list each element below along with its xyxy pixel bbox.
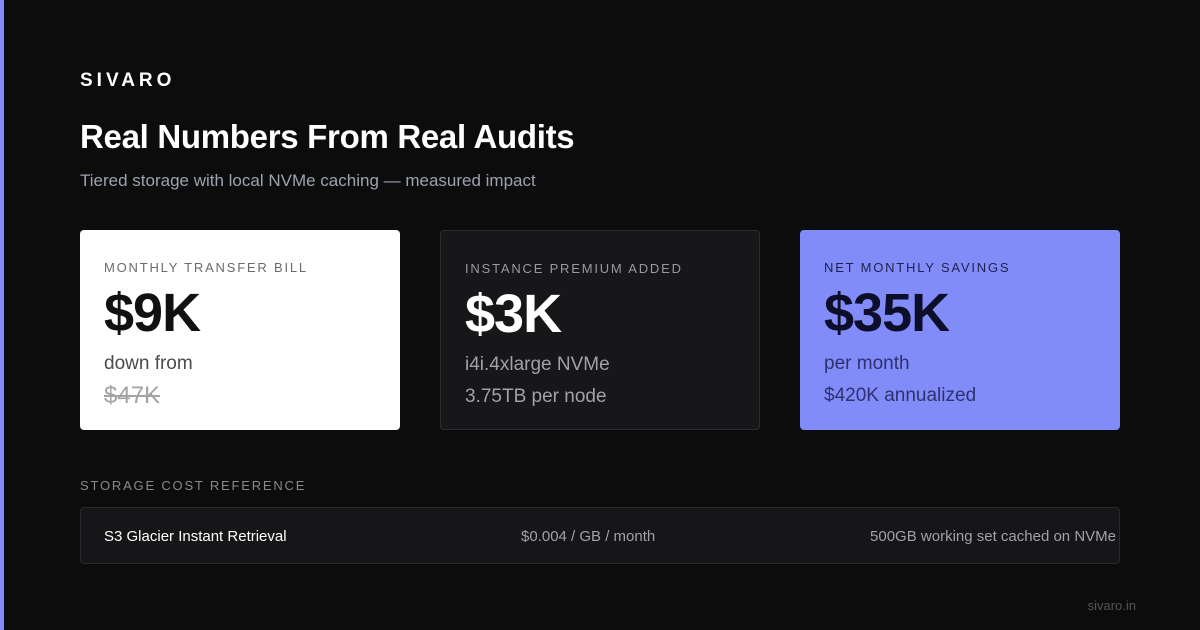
stat-card-net-savings: NET MONTHLY SAVINGS $35K per month $420K… [800,230,1120,430]
page-subtitle: Tiered storage with local NVMe caching —… [80,171,536,190]
reference-note: 500GB working set cached on NVMe [870,528,1116,545]
footer-url: sivaro.in [1087,598,1136,613]
reference-heading: STORAGE COST REFERENCE [80,478,307,493]
brand-logo: SIVARO [80,70,176,91]
stat-card-label: NET MONTHLY SAVINGS [824,260,1011,275]
accent-bar [0,0,4,630]
stat-card-detail: $420K annualized [824,385,977,406]
stat-card-detail: down from [104,353,193,374]
stat-card-instance-premium: INSTANCE PREMIUM ADDED $3K i4i.4xlarge N… [440,230,760,430]
stat-card-transfer-bill: MONTHLY TRANSFER BILL $9K down from $47K [80,230,400,430]
stat-card-value: $9K [104,283,201,343]
stat-card-label: MONTHLY TRANSFER BILL [104,260,308,275]
page-title: Real Numbers From Real Audits [80,118,575,155]
stat-card-detail: 3.75TB per node [465,386,607,407]
stat-card-detail: i4i.4xlarge NVMe [465,354,610,375]
reference-row: S3 Glacier Instant Retrieval $0.004 / GB… [80,507,1120,564]
stat-card-previous-value: $47K [104,382,161,409]
stat-card-value: $3K [465,284,562,344]
reference-name: S3 Glacier Instant Retrieval [104,528,287,545]
reference-price: $0.004 / GB / month [521,528,656,545]
stat-card-value: $35K [824,283,950,343]
stat-card-label: INSTANCE PREMIUM ADDED [465,261,683,276]
stat-card-detail: per month [824,353,910,374]
